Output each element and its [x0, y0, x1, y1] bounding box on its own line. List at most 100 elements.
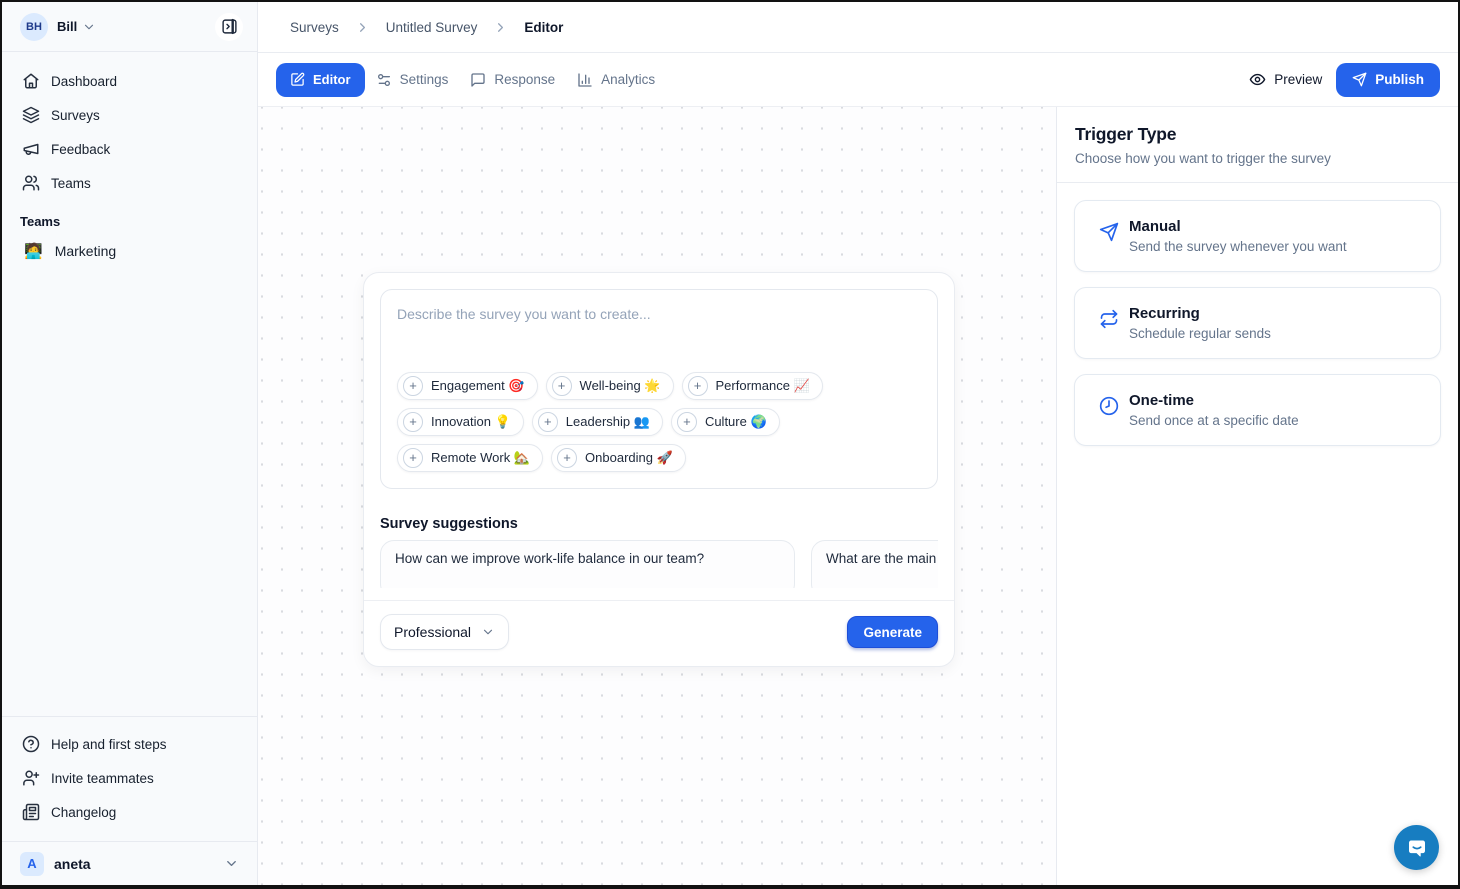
trigger-option-description: Schedule regular sends — [1129, 326, 1271, 341]
plus-icon: + — [688, 376, 708, 396]
topic-chip-innovation[interactable]: +Innovation 💡 — [397, 408, 524, 436]
trigger-option-one-time[interactable]: One-time Send once at a specific date — [1074, 374, 1441, 446]
trigger-option-description: Send the survey whenever you want — [1129, 239, 1347, 254]
topic-chip-performance[interactable]: + Performance 📈 — [682, 372, 823, 400]
sidebar-item-label: Surveys — [51, 108, 100, 123]
sidebar-footer: Help and first steps Invite teammates Ch… — [2, 716, 257, 833]
plus-icon: + — [552, 376, 572, 396]
megaphone-icon — [22, 140, 40, 158]
sidebar-item-label: Help and first steps — [51, 737, 167, 752]
tab-editor[interactable]: Editor — [276, 63, 365, 97]
trigger-option-title: Manual — [1129, 218, 1347, 235]
suggestions-title: Survey suggestions — [380, 516, 938, 532]
publish-label: Publish — [1375, 72, 1424, 87]
sidebar-collapse-button[interactable] — [215, 13, 243, 41]
editor-canvas[interactable]: Describe the survey you want to create..… — [258, 107, 1057, 885]
panel-collapse-icon — [221, 18, 238, 35]
send-icon — [1352, 72, 1367, 87]
tone-select[interactable]: Professional — [380, 614, 509, 650]
chevron-down-icon — [82, 20, 96, 34]
prompt-placeholder: Describe the survey you want to create..… — [397, 306, 921, 322]
sidebar-item-feedback[interactable]: Feedback — [12, 132, 247, 166]
sidebar-nav: Dashboard Surveys Feedback Teams — [2, 52, 257, 200]
chevron-down-icon — [481, 625, 495, 639]
trigger-option-manual[interactable]: Manual Send the survey whenever you want — [1074, 200, 1441, 272]
trigger-option-text: Recurring Schedule regular sends — [1129, 305, 1271, 341]
tab-settings[interactable]: Settings — [365, 63, 460, 97]
chip-label: Onboarding 🚀 — [585, 450, 673, 466]
suggestion-card[interactable]: What are the main ob — [811, 540, 938, 588]
publish-button[interactable]: Publish — [1336, 63, 1440, 97]
topic-chip-remote-work[interactable]: + Remote Work 🏡 — [397, 444, 543, 472]
topic-chip-leadership[interactable]: + Leadership 👥 — [532, 408, 663, 436]
sidebar-item-changelog[interactable]: Changelog — [12, 795, 247, 829]
topic-chip-culture[interactable]: +Culture 🌍 — [671, 408, 780, 436]
trigger-option-title: Recurring — [1129, 305, 1271, 322]
sidebar: BH Bill Dashboard Surveys Feedb — [2, 2, 258, 885]
tab-label: Response — [494, 72, 555, 87]
clock-icon — [1099, 396, 1119, 428]
sidebar-item-label: Feedback — [51, 142, 110, 157]
plus-icon: + — [403, 376, 423, 396]
preview-button[interactable]: Preview — [1249, 71, 1322, 88]
sidebar-item-surveys[interactable]: Surveys — [12, 98, 247, 132]
trigger-option-recurring[interactable]: Recurring Schedule regular sends — [1074, 287, 1441, 359]
sidebar-item-dashboard[interactable]: Dashboard — [12, 64, 247, 98]
trigger-options: Manual Send the survey whenever you want… — [1057, 183, 1458, 463]
sidebar-item-label: Changelog — [51, 805, 116, 820]
tone-selected-value: Professional — [394, 624, 471, 640]
plus-icon: + — [538, 412, 558, 432]
breadcrumb-editor: Editor — [524, 20, 563, 35]
team-name: Marketing — [55, 243, 116, 259]
send-icon — [1099, 222, 1119, 254]
user-plus-icon — [22, 769, 40, 787]
topic-chip-engagement[interactable]: + Engagement 🎯 — [397, 372, 538, 400]
breadcrumb: Surveys Untitled Survey Editor — [258, 2, 1458, 53]
sidebar-team-marketing[interactable]: 🧑‍💻 Marketing — [2, 235, 257, 267]
users-icon — [22, 174, 40, 192]
plus-icon: + — [403, 412, 423, 432]
chip-label: Remote Work 🏡 — [431, 450, 530, 466]
suggestions-row: How can we improve work-life balance in … — [380, 540, 938, 588]
topic-chip-well-being[interactable]: + Well-being 🌟 — [546, 372, 674, 400]
tab-label: Analytics — [601, 72, 655, 87]
chip-label: Engagement 🎯 — [431, 378, 525, 394]
chip-label: Well-being 🌟 — [580, 378, 661, 394]
tab-analytics[interactable]: Analytics — [566, 63, 666, 97]
plus-icon: + — [557, 448, 577, 468]
editor-toolbar: Editor Settings Response Analytics Previ… — [258, 53, 1458, 107]
teams-section-label: Teams — [2, 200, 257, 235]
tab-label: Settings — [400, 72, 449, 87]
breadcrumb-surveys[interactable]: Surveys — [290, 20, 339, 35]
help-circle-icon — [22, 735, 40, 753]
plus-icon: + — [403, 448, 423, 468]
topic-chip-onboarding[interactable]: + Onboarding 🚀 — [551, 444, 686, 472]
panel-subtitle: Choose how you want to trigger the surve… — [1075, 151, 1440, 166]
sidebar-item-teams[interactable]: Teams — [12, 166, 247, 200]
composer-footer: Professional Generate — [380, 601, 938, 650]
workspace-switcher[interactable]: BH Bill — [2, 2, 257, 52]
trigger-option-title: One-time — [1129, 392, 1299, 409]
sidebar-item-label: Dashboard — [51, 74, 117, 89]
panel-title: Trigger Type — [1075, 124, 1440, 145]
sidebar-item-help[interactable]: Help and first steps — [12, 727, 247, 761]
breadcrumb-untitled-survey[interactable]: Untitled Survey — [386, 20, 478, 35]
generate-button[interactable]: Generate — [847, 616, 938, 648]
account-menu[interactable]: A aneta — [2, 841, 257, 885]
suggestion-card[interactable]: How can we improve work-life balance in … — [380, 540, 795, 588]
plus-icon: + — [677, 412, 697, 432]
main-area: Surveys Untitled Survey Editor Editor Se… — [258, 2, 1458, 885]
chip-label: Leadership 👥 — [566, 414, 650, 430]
sidebar-item-invite[interactable]: Invite teammates — [12, 761, 247, 795]
toolbar-right: Preview Publish — [1249, 63, 1440, 97]
chip-label: Performance 📈 — [716, 378, 810, 394]
sliders-icon — [376, 72, 392, 88]
account-name: aneta — [54, 856, 91, 872]
newspaper-icon — [22, 803, 40, 821]
trigger-option-text: Manual Send the survey whenever you want — [1129, 218, 1347, 254]
survey-prompt-input[interactable]: Describe the survey you want to create..… — [380, 289, 938, 489]
preview-label: Preview — [1274, 72, 1322, 87]
tab-response[interactable]: Response — [459, 63, 566, 97]
chat-launcher-button[interactable] — [1394, 825, 1439, 870]
chevron-right-icon — [355, 20, 370, 35]
